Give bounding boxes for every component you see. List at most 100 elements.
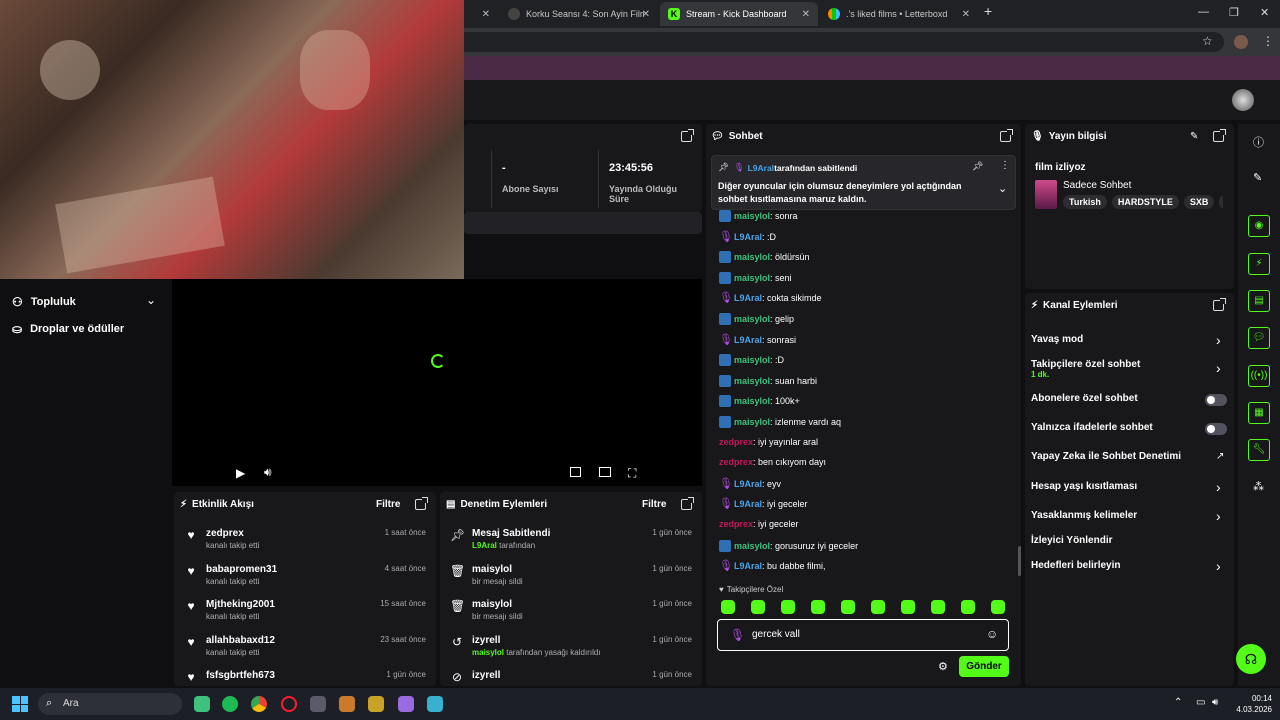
activity-item[interactable]: ♥ fsfsgbrtfeh673 1 gün önce [184, 670, 426, 684]
rail-tools-button[interactable]: 🔧︎ [1248, 439, 1270, 461]
tab-kick-dashboard[interactable]: K Stream - Kick Dashboard ✕ [660, 2, 818, 26]
chat-username[interactable]: zedprex [719, 437, 753, 447]
chat-username[interactable]: maisylol [734, 396, 770, 406]
fullscreen-icon[interactable]: ⛶ [628, 466, 636, 481]
league-icon[interactable] [368, 696, 384, 712]
emote-icon[interactable] [751, 600, 765, 614]
chat-username[interactable]: maisylol [734, 273, 770, 283]
menu-dots-icon[interactable]: ⋮ [1262, 34, 1274, 48]
channel-action-item[interactable]: Yavaş mod [1031, 334, 1083, 345]
emote-icon[interactable] [931, 600, 945, 614]
category-name[interactable]: Sadece Sohbet [1063, 180, 1131, 191]
chat-username[interactable]: L9Aral [734, 499, 762, 509]
settings-gear-icon[interactable]: ⚙ [938, 660, 948, 673]
emote-icon[interactable] [811, 600, 825, 614]
chat-username[interactable]: maisylol [734, 376, 770, 386]
chat-input-text[interactable]: gercek vall [752, 629, 800, 640]
spotify-icon[interactable] [222, 696, 238, 712]
chat-username[interactable]: maisylol [734, 211, 770, 221]
close-icon[interactable]: ✕ [802, 9, 810, 20]
activity-item[interactable]: ♥ Mjtheking2001 kanalı takip etti 15 saat ö… [184, 599, 426, 621]
moderation-item[interactable]: ⊘ izyrell 1 gün önce [450, 670, 692, 684]
chevron-right-icon[interactable]: › [1216, 558, 1221, 574]
chevron-right-icon[interactable]: › [1216, 360, 1221, 376]
expand-icon[interactable] [1213, 129, 1226, 142]
chevron-down-icon[interactable]: ⌄ [998, 182, 1007, 195]
moderation-sub-user[interactable]: maisylol [472, 648, 504, 657]
chat-scrollbar[interactable] [1018, 546, 1021, 576]
chat-username[interactable]: L9Aral [748, 163, 774, 173]
tag[interactable]: Turkish [1063, 195, 1107, 209]
external-link-icon[interactable]: ↗ [1216, 451, 1224, 462]
app-icon[interactable] [339, 696, 355, 712]
activity-username[interactable]: allahbabaxd12 [206, 635, 275, 646]
activity-filter-button[interactable]: Filtre [376, 499, 400, 510]
activity-username[interactable]: zedprex [206, 528, 259, 539]
chat-username[interactable]: maisylol [734, 252, 770, 262]
chat-username[interactable]: L9Aral [734, 561, 762, 571]
app-icon[interactable] [398, 696, 414, 712]
play-icon[interactable]: ▶ [236, 466, 245, 480]
toggle-switch[interactable] [1205, 423, 1227, 435]
toggle-switch[interactable] [1205, 394, 1227, 406]
activity-username[interactable]: babapromen31 [206, 564, 277, 575]
tab-korku-seansi[interactable]: Korku Seansı 4: Son Ayin Film ü ✕ [500, 2, 658, 26]
chat-input[interactable]: 🎙︎ gercek vall ☺ [717, 619, 1009, 651]
bookmark-star-icon[interactable]: ☆ [1202, 34, 1213, 48]
windows-start-icon[interactable] [12, 696, 28, 712]
expand-icon[interactable] [415, 497, 428, 510]
chat-username[interactable]: zedprex [719, 519, 753, 529]
moderation-item[interactable]: 📌︎ Mesaj Sabitlendi L9Aral tarafından 1 gün… [450, 528, 692, 550]
moderation-item[interactable]: ↺ izyrell maisylol tarafından yasağı kaldı… [450, 635, 692, 657]
volume-icon[interactable]: 🔊︎ [1212, 697, 1218, 708]
taskbar-clock[interactable]: 00:14 4.03.2026 [1232, 693, 1272, 715]
sidebar-item-drops[interactable]: ⛀ Droplar ve ödüller [12, 322, 124, 336]
chat-username[interactable]: maisylol [734, 417, 770, 427]
theater-mode-icon[interactable] [599, 467, 611, 477]
volume-icon[interactable]: 🔊︎ [264, 465, 272, 480]
expand-icon[interactable] [1000, 129, 1013, 142]
more-options-icon[interactable]: ⋮ [1000, 160, 1010, 171]
tray-chevron-icon[interactable]: ⌃ [1174, 697, 1182, 708]
channel-action-item[interactable]: Takipçilere özel sohbet 1 dk. [1031, 359, 1140, 379]
chat-username[interactable]: maisylol [734, 355, 770, 365]
emote-icon[interactable] [781, 600, 795, 614]
edit-pencil-icon[interactable]: ✎ [1190, 131, 1198, 142]
tag[interactable]: HARDSTYLE [1111, 195, 1179, 209]
rail-video-button[interactable]: ◉ [1248, 215, 1270, 237]
emote-icon[interactable] [991, 600, 1005, 614]
app-icon[interactable] [427, 696, 443, 712]
close-icon[interactable]: ✕ [642, 9, 650, 20]
activity-username[interactable]: Mjtheking2001 [206, 599, 275, 610]
chevron-down-icon[interactable]: ⌄ [146, 293, 156, 307]
moderation-item[interactable]: 🗑︎ maisylol bir mesajı sildi 1 gün önce [450, 599, 692, 621]
activity-item[interactable]: ♥ allahbabaxd12 kanalı takip etti 23 saat ö… [184, 635, 426, 657]
channel-action-item[interactable]: Hedefleri belirleyin [1031, 560, 1120, 571]
tab-letterboxd[interactable]: .'s liked films • Letterboxd ✕ [820, 2, 978, 26]
moderation-item[interactable]: 🗑︎ maisylol bir mesajı sildi 1 gün önce [450, 564, 692, 586]
unpin-icon[interactable]: 📌︎ [972, 161, 983, 172]
channel-action-item[interactable]: Yasaklanmış kelimeler [1031, 510, 1137, 521]
support-headset-icon[interactable]: ☊ [1236, 644, 1266, 674]
channel-action-item[interactable]: Abonelere özel sohbet [1031, 393, 1138, 404]
chat-username[interactable]: L9Aral [734, 479, 762, 489]
emote-icon[interactable] [901, 600, 915, 614]
emote-icon[interactable] [841, 600, 855, 614]
info-icon[interactable]: ⓘ [1253, 134, 1264, 150]
chat-username[interactable]: zedprex [719, 457, 753, 467]
emote-icon[interactable] [871, 600, 885, 614]
activity-item[interactable]: ♥ babapromen31 kanalı takip etti 4 saat önc… [184, 564, 426, 586]
activity-item[interactable]: ♥ zedprex kanalı takip etti 1 saat önce [184, 528, 426, 550]
user-avatar[interactable] [1232, 89, 1254, 111]
channel-action-item[interactable]: Yalnızca ifadelerle sohbet [1031, 422, 1153, 433]
emoji-icon[interactable]: ☺ [986, 627, 998, 641]
edit-pencil-icon[interactable]: ✎ [1253, 171, 1262, 184]
maximize-icon[interactable]: ❐ [1229, 6, 1239, 19]
app-icon[interactable] [310, 696, 326, 712]
emote-icon[interactable] [721, 600, 735, 614]
channel-action-item[interactable]: Yapay Zeka ile Sohbet Denetimi [1031, 451, 1181, 462]
moderation-filter-button[interactable]: Filtre [642, 499, 666, 510]
tag-overflow[interactable] [1219, 195, 1223, 209]
video-player[interactable] [172, 279, 702, 486]
expand-icon[interactable] [1213, 298, 1226, 311]
